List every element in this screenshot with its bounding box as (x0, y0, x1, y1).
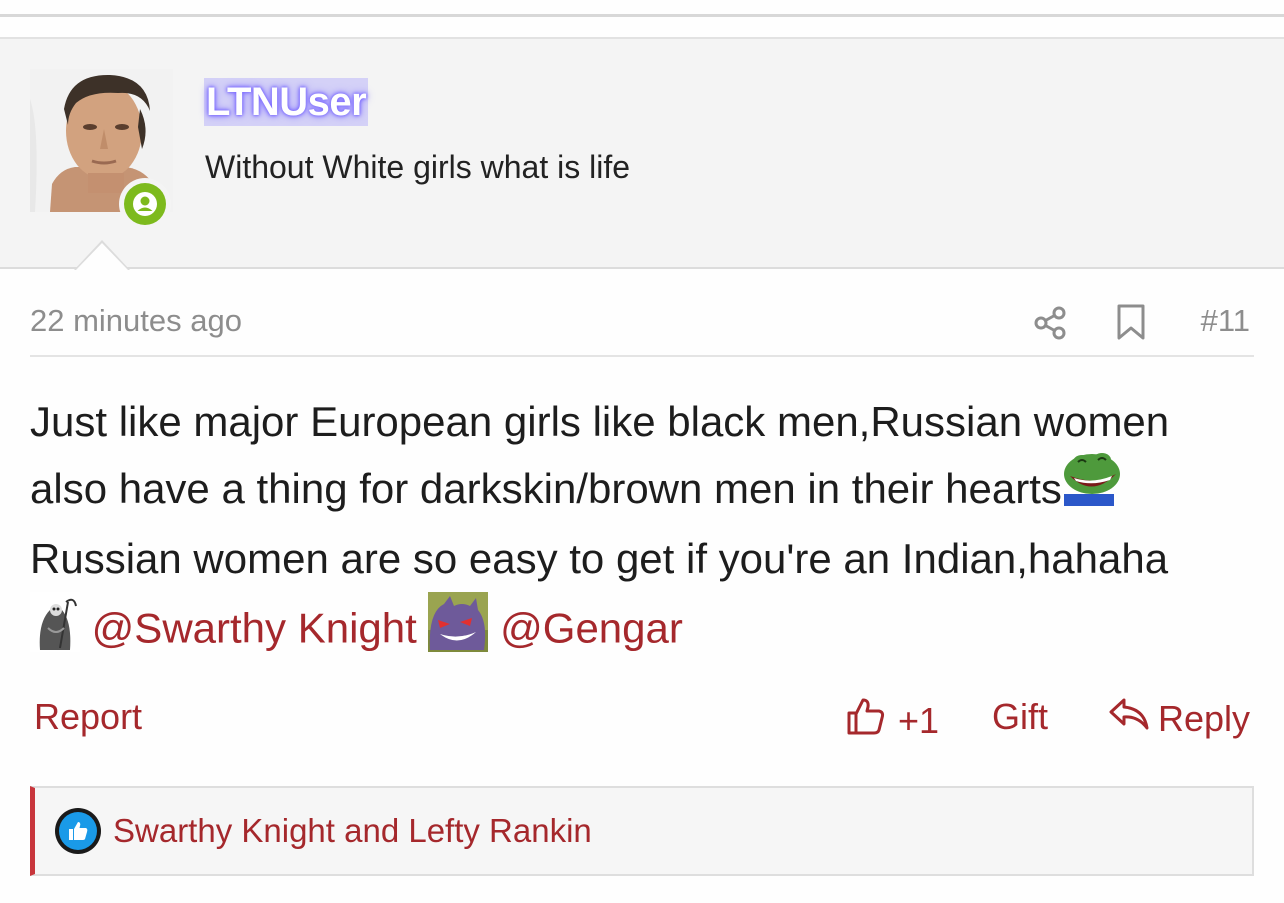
post-timestamp[interactable]: 22 minutes ago (30, 303, 242, 339)
mentions-line: @Swarthy Knight @Gengar (30, 592, 1260, 671)
reply-button[interactable]: Reply (1108, 696, 1250, 741)
gengar-icon (428, 592, 489, 671)
post-content: Just like major European girls like blac… (30, 388, 1260, 671)
like-badge-icon (55, 808, 101, 854)
reply-arrow-icon (1108, 696, 1158, 741)
post-actions: Report +1 Gift Reply (34, 694, 1250, 744)
reaper-icon (30, 592, 80, 671)
report-link[interactable]: Report (34, 696, 142, 738)
post-line: Russian women are so easy to get if you'… (30, 535, 1169, 583)
like-button[interactable]: +1 (846, 696, 939, 745)
post-meta: 22 minutes ago #11 (30, 297, 1254, 357)
user-title: Without White girls what is life (205, 149, 631, 185)
thumbs-up-icon (846, 696, 898, 745)
like-count: +1 (898, 699, 940, 741)
top-divider (0, 14, 1284, 17)
mention-gengar[interactable]: @Gengar (500, 605, 683, 652)
online-status-badge (119, 178, 171, 230)
bookmark-icon[interactable] (1116, 303, 1146, 346)
pepe-laugh-icon (1062, 453, 1122, 525)
post-number[interactable]: #11 (1201, 303, 1250, 339)
likes-users-link[interactable]: Swarthy Knight and Lefty Rankin (113, 812, 592, 850)
username-link[interactable]: LTNUser (204, 78, 369, 126)
mention-swarthy-knight[interactable]: @Swarthy Knight (92, 605, 417, 652)
reply-label: Reply (1157, 697, 1250, 739)
post-line-with-emoji: also have a thing for darkskin/brown men… (30, 453, 1260, 525)
post-line: Just like major European girls like blac… (30, 398, 1170, 445)
share-icon[interactable] (1032, 305, 1068, 346)
post-line: also have a thing for darkskin/brown men… (30, 465, 1062, 512)
user-header (0, 37, 1284, 269)
likes-summary: Swarthy Knight and Lefty Rankin (30, 786, 1254, 876)
gift-button[interactable]: Gift (992, 696, 1048, 738)
user-icon (133, 192, 157, 216)
